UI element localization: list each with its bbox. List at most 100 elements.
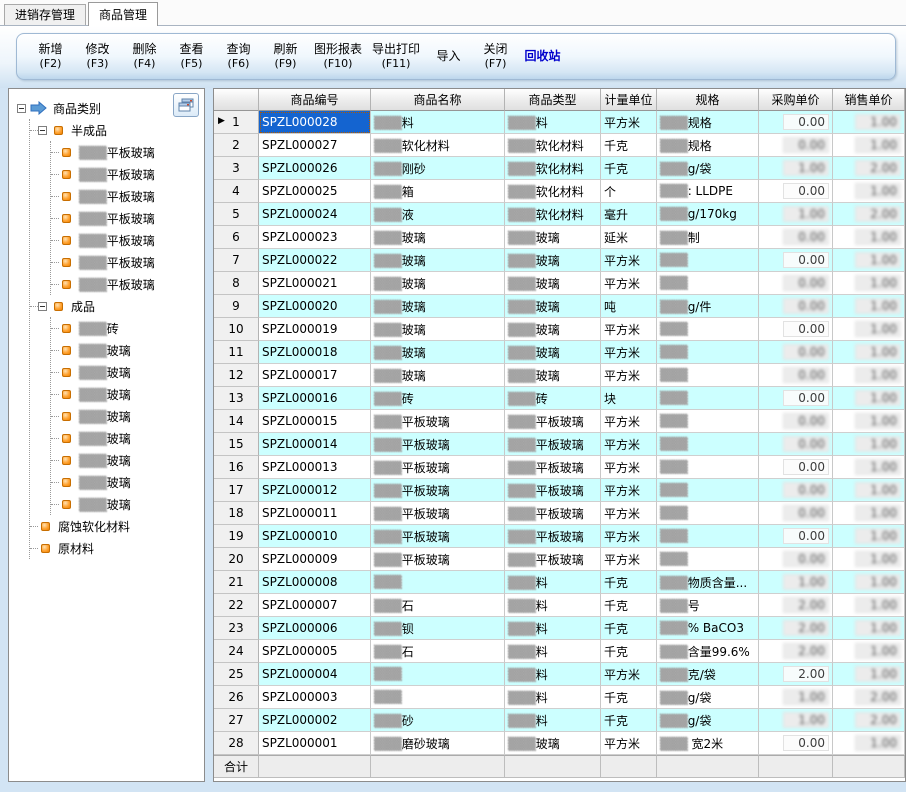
product-code-cell[interactable]: SPZL000011 [259,502,371,525]
unit-cell[interactable]: 千克 [601,686,657,709]
product-type-cell[interactable]: ▒▒▒玻璃 [505,295,601,318]
delete-button[interactable]: 删除(F4) [121,40,168,73]
product-code-cell[interactable]: SPZL000027 [259,134,371,157]
table-row[interactable]: 7SPZL000022▒▒▒玻璃▒▒▒玻璃平方米▒▒▒0.001.00 [214,249,905,272]
spec-cell[interactable]: ▒▒▒g/袋 [657,709,759,732]
product-code-cell[interactable]: SPZL000025 [259,180,371,203]
tab-product-management[interactable]: 商品管理 [88,2,158,26]
unit-cell[interactable]: 千克 [601,709,657,732]
spec-cell[interactable]: ▒▒▒ [657,502,759,525]
table-row[interactable]: 16SPZL000013▒▒▒平板玻璃▒▒▒平板玻璃平方米▒▒▒0.001.00 [214,456,905,479]
table-row[interactable]: 5SPZL000024▒▒▒液▒▒▒软化材料毫升▒▒▒g/170kg1.002.… [214,203,905,226]
purchase-price-cell[interactable]: 1.00 [759,203,833,226]
row-indicator-cell[interactable]: 2 [214,134,259,157]
sale-price-cell[interactable]: 1.00 [833,548,905,571]
product-type-cell[interactable]: ▒▒▒料 [505,663,601,686]
tree-branch-node[interactable]: 成品 [30,295,204,317]
collapse-box-icon[interactable] [38,302,47,311]
col-header-product-type[interactable]: 商品类型 [505,89,601,111]
sale-price-cell[interactable]: 1.00 [833,226,905,249]
product-name-cell[interactable]: ▒▒▒平板玻璃 [371,433,505,456]
product-type-cell[interactable]: ▒▒▒玻璃 [505,318,601,341]
purchase-price-cell[interactable]: 0.00 [759,180,833,203]
unit-cell[interactable]: 个 [601,180,657,203]
product-name-cell[interactable]: ▒▒▒液 [371,203,505,226]
purchase-price-cell[interactable]: 2.00 [759,594,833,617]
tree-branch-node[interactable]: 腐蚀软化材料 [30,515,204,537]
product-code-cell[interactable]: SPZL000028 [259,111,371,134]
purchase-price-cell[interactable]: 0.00 [759,433,833,456]
product-name-cell[interactable]: ▒▒▒平板玻璃 [371,479,505,502]
product-name-cell[interactable]: ▒▒▒磨砂玻璃 [371,732,505,755]
product-type-cell[interactable]: ▒▒▒玻璃 [505,341,601,364]
spec-cell[interactable]: ▒▒▒ [657,272,759,295]
product-name-cell[interactable]: ▒▒▒软化材料 [371,134,505,157]
unit-cell[interactable]: 平方米 [601,249,657,272]
purchase-price-cell[interactable]: 2.00 [759,663,833,686]
tree-item[interactable]: ▒▒▒玻璃 [51,427,204,449]
row-indicator-cell[interactable]: 17 [214,479,259,502]
table-row[interactable]: 3SPZL000026▒▒▒刚砂▒▒▒软化材料千克▒▒▒g/袋1.002.00 [214,157,905,180]
unit-cell[interactable]: 平方米 [601,732,657,755]
sale-price-cell[interactable]: 1.00 [833,479,905,502]
row-indicator-cell[interactable]: 21 [214,571,259,594]
spec-cell[interactable]: ▒▒▒ [657,318,759,341]
sale-price-cell[interactable]: 1.00 [833,456,905,479]
row-indicator-cell[interactable]: 3 [214,157,259,180]
sale-price-cell[interactable]: 2.00 [833,203,905,226]
product-name-cell[interactable]: ▒▒▒箱 [371,180,505,203]
row-indicator-cell[interactable]: 23 [214,617,259,640]
purchase-price-cell[interactable]: 1.00 [759,157,833,180]
sale-price-cell[interactable]: 1.00 [833,525,905,548]
spec-cell[interactable]: ▒▒▒含量99.6% [657,640,759,663]
sale-price-cell[interactable]: 2.00 [833,157,905,180]
tree-branch-node[interactable]: 半成品 [30,119,204,141]
row-indicator-cell[interactable]: 11 [214,341,259,364]
col-header-product-code[interactable]: 商品编号 [259,89,371,111]
collapse-box-icon[interactable] [38,126,47,135]
product-code-cell[interactable]: SPZL000019 [259,318,371,341]
sale-price-cell[interactable]: 1.00 [833,272,905,295]
sale-price-cell[interactable]: 2.00 [833,686,905,709]
tree-item[interactable]: ▒▒▒玻璃 [51,383,204,405]
row-indicator-cell[interactable]: 12 [214,364,259,387]
product-code-cell[interactable]: SPZL000013 [259,456,371,479]
purchase-price-cell[interactable]: 1.00 [759,686,833,709]
product-type-cell[interactable]: ▒▒▒平板玻璃 [505,525,601,548]
product-code-cell[interactable]: SPZL000023 [259,226,371,249]
product-type-cell[interactable]: ▒▒▒平板玻璃 [505,456,601,479]
table-row[interactable]: 10SPZL000019▒▒▒玻璃▒▒▒玻璃平方米▒▒▒0.001.00 [214,318,905,341]
product-type-cell[interactable]: ▒▒▒平板玻璃 [505,479,601,502]
product-type-cell[interactable]: ▒▒▒平板玻璃 [505,502,601,525]
product-code-cell[interactable]: SPZL000007 [259,594,371,617]
table-row[interactable]: 4SPZL000025▒▒▒箱▒▒▒软化材料个▒▒▒: LLDPE0.001.0… [214,180,905,203]
unit-cell[interactable]: 千克 [601,134,657,157]
new-button[interactable]: 新增(F2) [27,40,74,73]
product-type-cell[interactable]: ▒▒▒料 [505,594,601,617]
sale-price-cell[interactable]: 1.00 [833,571,905,594]
sale-price-cell[interactable]: 1.00 [833,594,905,617]
product-name-cell[interactable]: ▒▒▒平板玻璃 [371,502,505,525]
product-type-cell[interactable]: ▒▒▒平板玻璃 [505,410,601,433]
product-name-cell[interactable]: ▒▒▒玻璃 [371,318,505,341]
col-header-spec[interactable]: 规格 [657,89,759,111]
row-indicator-cell[interactable]: 7 [214,249,259,272]
collapse-box-icon[interactable] [17,104,26,113]
spec-cell[interactable]: ▒▒▒ [657,249,759,272]
product-type-cell[interactable]: ▒▒▒砖 [505,387,601,410]
product-type-cell[interactable]: ▒▒▒料 [505,709,601,732]
product-code-cell[interactable]: SPZL000008 [259,571,371,594]
table-row[interactable]: 19SPZL000010▒▒▒平板玻璃▒▒▒平板玻璃平方米▒▒▒0.001.00 [214,525,905,548]
product-type-cell[interactable]: ▒▒▒软化材料 [505,134,601,157]
tree-item[interactable]: ▒▒▒平板玻璃 [51,273,204,295]
row-indicator-cell[interactable]: ▶1 [214,111,259,134]
product-name-cell[interactable]: ▒▒▒钡 [371,617,505,640]
sale-price-cell[interactable]: 1.00 [833,364,905,387]
unit-cell[interactable]: 千克 [601,571,657,594]
table-row[interactable]: 11SPZL000018▒▒▒玻璃▒▒▒玻璃平方米▒▒▒0.001.00 [214,341,905,364]
product-name-cell[interactable]: ▒▒▒ [371,686,505,709]
panel-layout-button[interactable] [173,93,199,117]
product-type-cell[interactable]: ▒▒▒软化材料 [505,203,601,226]
view-button[interactable]: 查看(F5) [168,40,215,73]
table-row[interactable]: 24SPZL000005▒▒▒石▒▒▒料千克▒▒▒含量99.6%2.001.00 [214,640,905,663]
